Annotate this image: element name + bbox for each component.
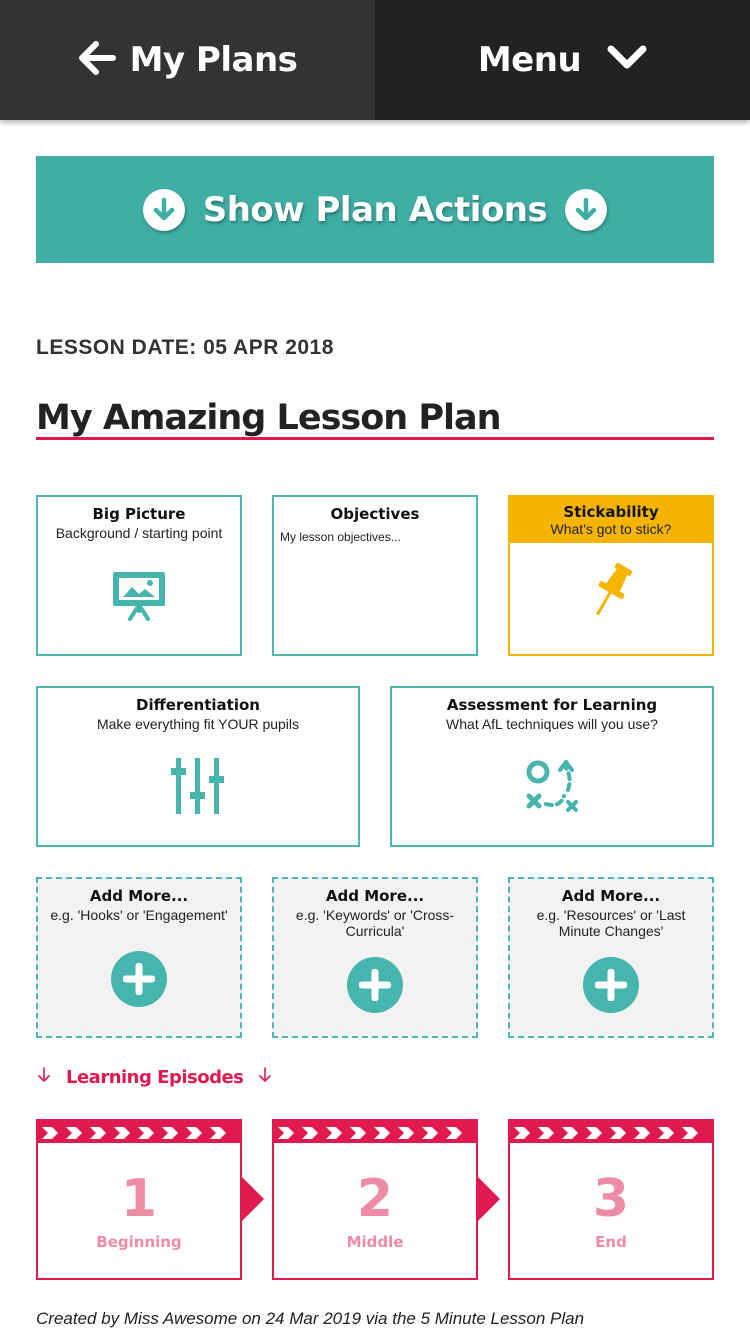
show-plan-actions-button[interactable]: Show Plan Actions (36, 156, 714, 263)
card-subtitle: Make everything fit YOUR pupils (96, 716, 300, 732)
plan-title[interactable]: My Amazing Lesson Plan (36, 396, 714, 440)
learning-episodes-heading: Learning Episodes (36, 1066, 273, 1089)
card-subtitle: e.g. 'Keywords' or 'Cross-Curricula' (295, 907, 455, 939)
episode-label: End (595, 1233, 627, 1251)
add-icon-wrap (510, 957, 712, 1013)
add-icon-wrap (274, 957, 476, 1013)
episode-label: Beginning (96, 1233, 182, 1251)
pushpin-icon (510, 561, 712, 621)
card-subtitle: What's got to stick? (550, 521, 672, 537)
stickability-header: Stickability What's got to stick? (510, 497, 712, 543)
card-title: Big Picture (92, 505, 186, 523)
card-subtitle: What AfL techniques will you use? (446, 716, 658, 732)
card-title: Objectives (330, 505, 420, 523)
my-plans-label: My Plans (129, 40, 298, 80)
card-subtitle: e.g. 'Hooks' or 'Engagement' (50, 907, 228, 923)
plus-icon[interactable] (583, 957, 639, 1013)
card-title: Add More... (89, 887, 189, 905)
add-more-card[interactable]: Add More... e.g. 'Keywords' or 'Cross-Cu… (272, 877, 478, 1038)
tactics-icon (392, 758, 712, 814)
card-title: Add More... (325, 887, 425, 905)
differentiation-card[interactable]: Differentiation Make everything fit YOUR… (36, 686, 360, 847)
assessment-for-learning-card[interactable]: Assessment for Learning What AfL techniq… (390, 686, 714, 847)
episode-number: 1 (120, 1169, 158, 1229)
card-title: Add More... (561, 887, 661, 905)
plus-icon[interactable] (347, 957, 403, 1013)
clapperboard-icon (38, 1121, 240, 1143)
presentation-board-icon (38, 569, 240, 621)
footer-credit: Created by Miss Awesome on 24 Mar 2019 v… (36, 1309, 585, 1328)
clapperboard-icon (510, 1121, 712, 1143)
episode-label: Middle (346, 1233, 404, 1251)
arrow-right-icon (478, 1177, 500, 1221)
add-more-card[interactable]: Add More... e.g. 'Resources' or 'Last Mi… (508, 877, 714, 1038)
arrow-right-icon (242, 1177, 264, 1221)
episode-card-end[interactable]: 3 End (508, 1119, 714, 1280)
card-subtitle: e.g. 'Resources' or 'Last Minute Changes… (536, 907, 686, 939)
arrow-down-icon (257, 1066, 273, 1089)
card-subtitle: Background / starting point (55, 525, 223, 541)
arrow-down-icon (36, 1066, 52, 1089)
card-subtitle: My lesson objectives... (280, 530, 401, 544)
card-title: Assessment for Learning (446, 696, 658, 714)
menu-label: Menu (477, 40, 582, 80)
episode-number: 3 (592, 1169, 630, 1229)
arrow-down-circle-icon (565, 188, 608, 231)
add-more-card[interactable]: Add More... e.g. 'Hooks' or 'Engagement' (36, 877, 242, 1038)
my-plans-button[interactable]: My Plans (0, 0, 375, 120)
add-icon-wrap (38, 951, 240, 1007)
chevron-down-icon (581, 45, 647, 76)
plus-icon[interactable] (111, 951, 167, 1007)
episode-number: 2 (356, 1169, 394, 1229)
lesson-date: LESSON DATE: 05 APR 2018 (36, 336, 334, 359)
stickability-card[interactable]: Stickability What's got to stick? (508, 495, 714, 656)
objectives-card[interactable]: Objectives My lesson objectives... (272, 495, 478, 656)
episode-card-middle[interactable]: 2 Middle (272, 1119, 478, 1280)
menu-button[interactable]: Menu (375, 0, 750, 120)
clapperboard-icon (274, 1121, 476, 1143)
card-title: Differentiation (136, 696, 260, 714)
big-picture-card[interactable]: Big Picture Background / starting point (36, 495, 242, 656)
top-nav: My Plans Menu (0, 0, 750, 120)
arrow-down-circle-icon (142, 188, 185, 231)
arrow-left-icon (78, 40, 130, 80)
learning-episodes-label: Learning Episodes (66, 1067, 244, 1088)
sliders-icon (38, 756, 358, 816)
show-plan-actions-label: Show Plan Actions (202, 189, 548, 230)
card-title: Stickability (563, 503, 659, 521)
episode-card-beginning[interactable]: 1 Beginning (36, 1119, 242, 1280)
